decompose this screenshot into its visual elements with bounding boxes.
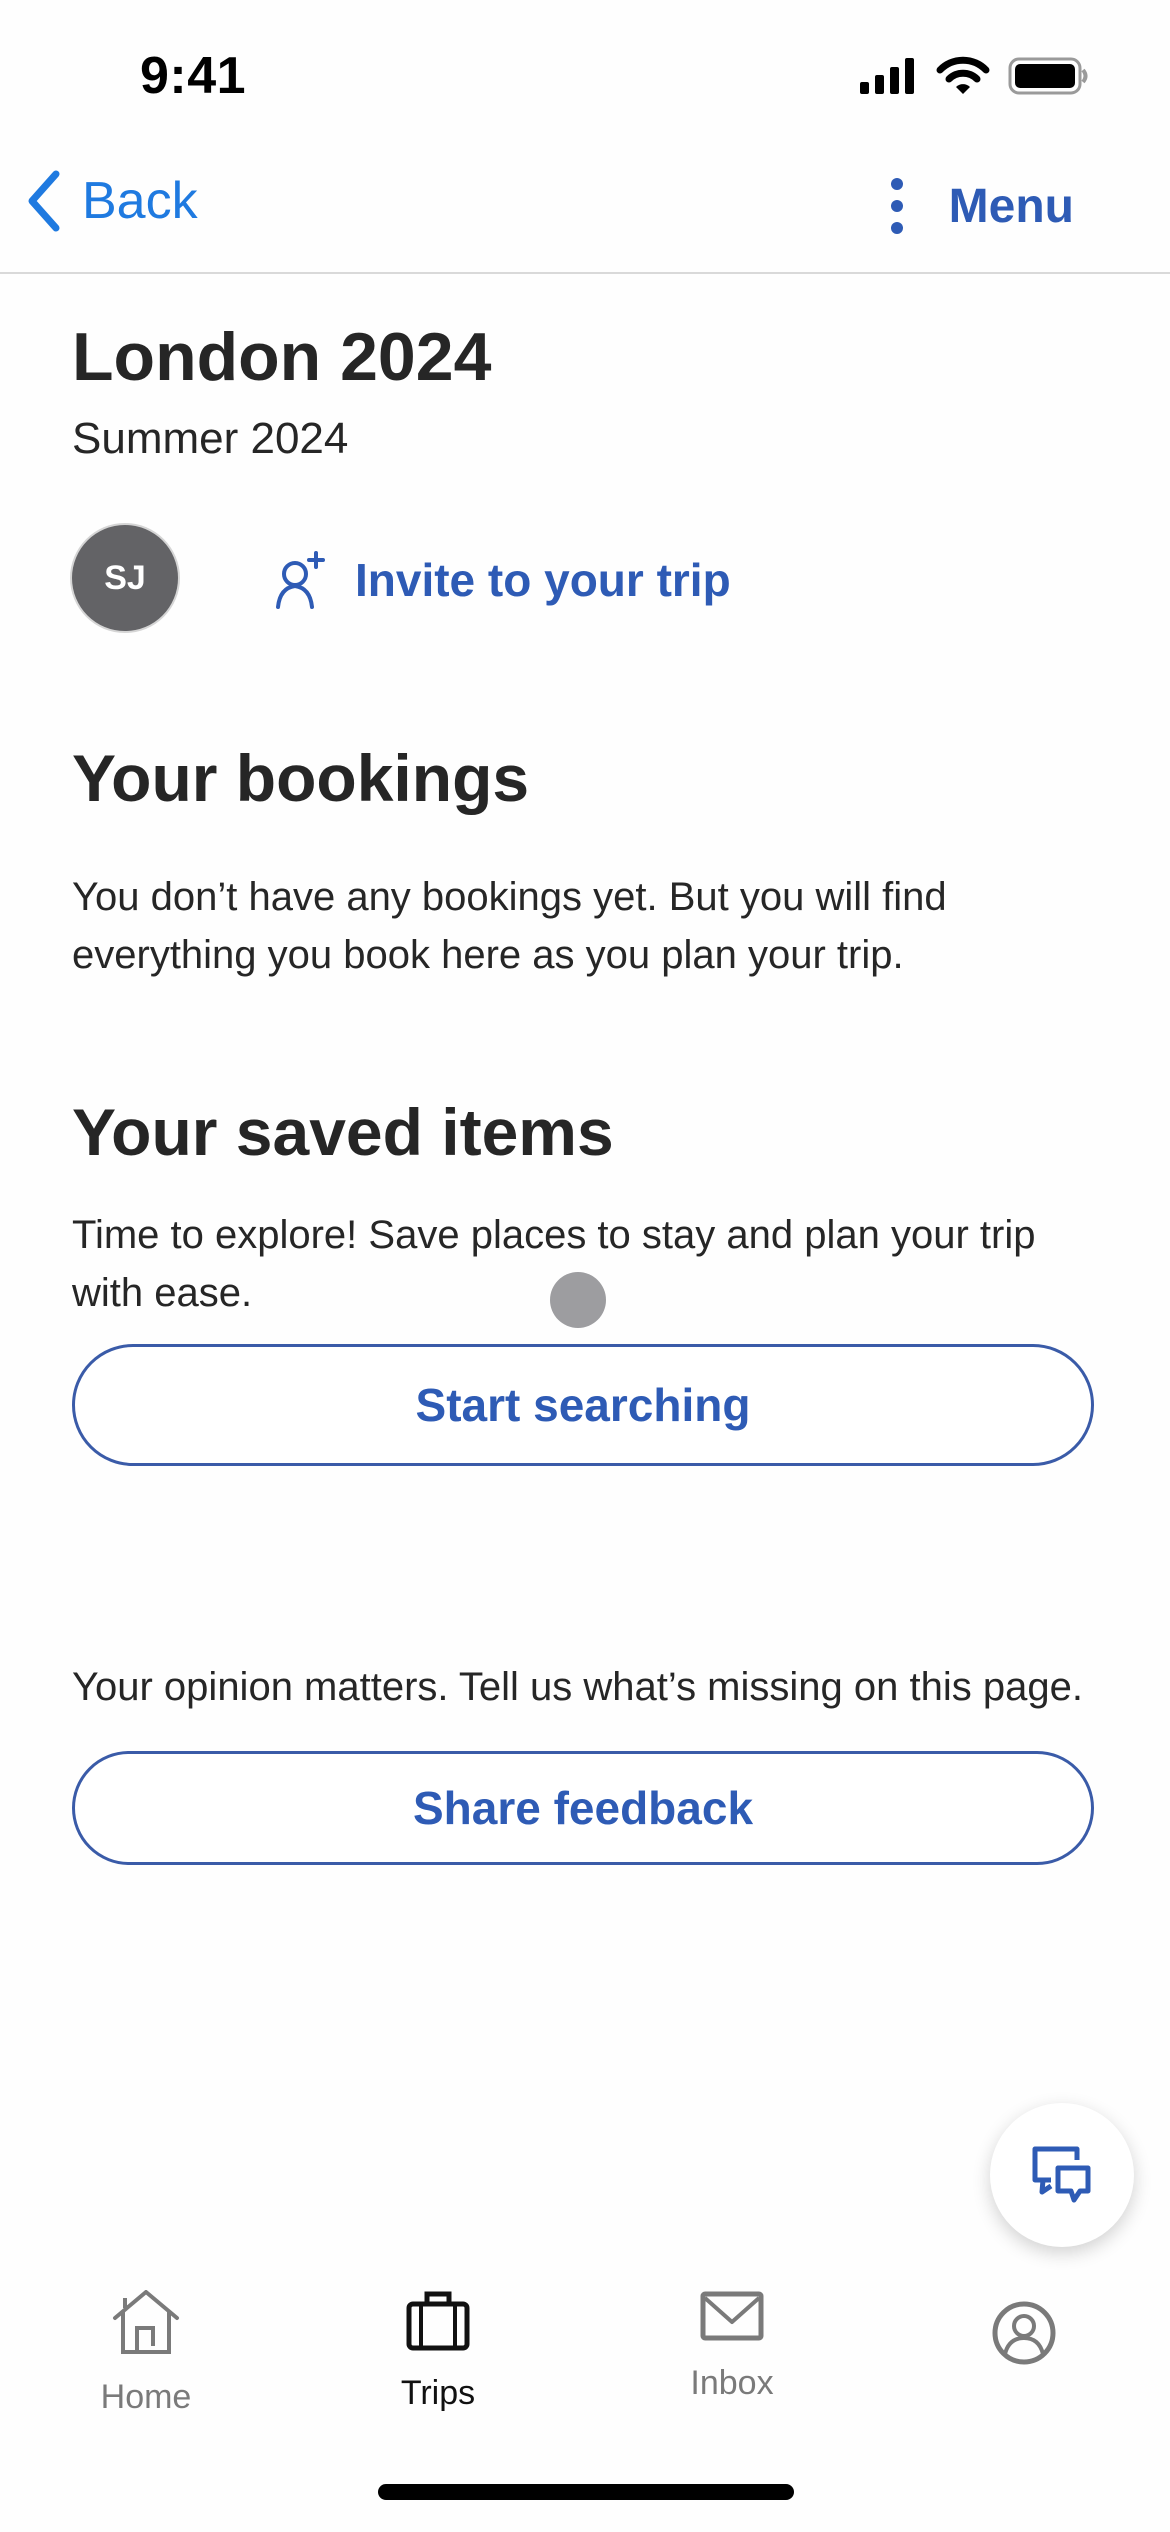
trip-title: London 2024 [72, 319, 492, 395]
back-label: Back [82, 172, 198, 230]
status-icons [858, 56, 1090, 96]
tab-label-inbox: Inbox [690, 2364, 774, 2402]
envelope-icon [700, 2291, 764, 2341]
back-button[interactable]: Back [26, 170, 198, 232]
home-indicator [378, 2484, 794, 2500]
tab-label-home: Home [100, 2378, 192, 2416]
saved-items-heading: Your saved items [72, 1095, 614, 1169]
menu-label: Menu [948, 179, 1074, 233]
add-person-icon [276, 551, 325, 609]
menu-button[interactable]: Menu [889, 178, 1074, 234]
invite-to-trip-link[interactable]: Invite to your trip [275, 550, 731, 610]
nav-divider [0, 272, 1170, 274]
avatar[interactable]: SJ [72, 525, 178, 631]
tab-profile[interactable] [924, 2300, 1124, 2388]
tab-trips[interactable]: Trips [338, 2290, 538, 2413]
tab-inbox[interactable]: Inbox [632, 2290, 832, 2403]
home-icon [113, 2290, 179, 2354]
share-feedback-button[interactable]: Share feedback [72, 1751, 1094, 1865]
trip-dates: Summer 2024 [72, 414, 349, 463]
status-time: 9:41 [140, 47, 247, 105]
touch-indicator [550, 1272, 606, 1328]
chat-bubbles-icon [1032, 2146, 1091, 2203]
feedback-text: Your opinion matters. Tell us what’s mis… [72, 1665, 1083, 1709]
tab-home[interactable]: Home [46, 2290, 246, 2417]
bookings-heading: Your bookings [72, 741, 530, 815]
more-vertical-icon [890, 178, 903, 234]
bookings-empty-text: You don’t have any bookings yet. But you… [72, 875, 947, 977]
tab-label-trips: Trips [400, 2374, 476, 2412]
cellular-signal-icon [860, 58, 914, 94]
chat-fab-button[interactable] [990, 2103, 1134, 2247]
wifi-icon [936, 56, 990, 94]
invite-label: Invite to your trip [355, 554, 731, 606]
chevron-left-icon [28, 170, 60, 232]
start-searching-button[interactable]: Start searching [72, 1344, 1094, 1466]
profile-icon [992, 2301, 1056, 2365]
battery-icon [1008, 57, 1088, 95]
suitcase-icon [406, 2291, 470, 2351]
